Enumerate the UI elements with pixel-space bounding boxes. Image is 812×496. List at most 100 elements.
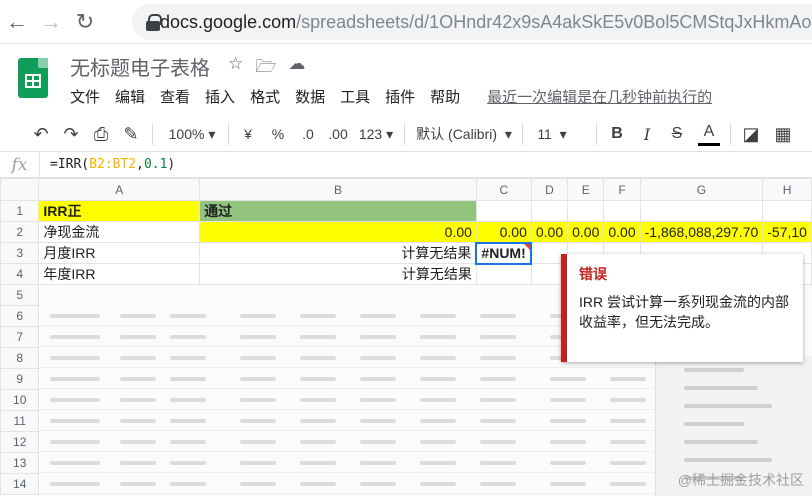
cell-b4[interactable]: 计算无结果 [199, 263, 477, 285]
bold-button[interactable]: B [606, 116, 628, 152]
embedded-image-blur-text [360, 398, 396, 402]
toolbar-divider [152, 123, 153, 145]
row-header[interactable]: 7 [0, 326, 40, 348]
strikethrough-button[interactable]: S [666, 116, 688, 152]
menu-data[interactable]: 数据 [295, 86, 325, 107]
column-header-b[interactable]: B [199, 178, 477, 201]
row-header[interactable]: 12 [0, 431, 40, 453]
cell-c3-error[interactable]: #NUM! [475, 241, 533, 265]
select-all-corner[interactable] [0, 178, 40, 201]
row-header[interactable]: 6 [0, 305, 40, 327]
cell-a1[interactable]: IRR正 [38, 200, 201, 222]
zoom-select[interactable]: 100% ▾ [164, 116, 220, 152]
cell-e2[interactable]: 0.00 [567, 221, 605, 243]
italic-button[interactable]: I [636, 116, 658, 152]
font-family-select[interactable]: 默认 (Calibri) ▾ [414, 116, 514, 152]
menu-addons[interactable]: 插件 [385, 86, 415, 107]
column-header-a[interactable]: A [38, 178, 201, 201]
column-header-f[interactable]: F [603, 178, 641, 201]
redo-icon[interactable]: ↷ [60, 116, 82, 152]
cell-f1[interactable] [603, 200, 641, 222]
embedded-image-blur-text [420, 398, 456, 402]
embedded-image-blur-text [420, 377, 456, 381]
last-edit-link[interactable]: 最近一次编辑是在几秒钟前执行的 [487, 86, 712, 107]
row-header[interactable]: 4 [0, 263, 40, 285]
row-header[interactable]: 3 [0, 242, 40, 264]
cloud-status-icon[interactable]: ☁ [288, 54, 305, 83]
cell-g1[interactable] [639, 200, 764, 222]
cell-b1[interactable]: 通过 [199, 200, 477, 222]
forward-icon[interactable]: → [34, 0, 68, 44]
number-format-select[interactable]: 123 ▾ [356, 116, 396, 152]
toolbar-divider [522, 123, 523, 145]
embedded-image-blur-text [170, 440, 206, 444]
row-header[interactable]: 8 [0, 347, 40, 369]
cell-d2[interactable]: 0.00 [530, 221, 569, 243]
menu-edit[interactable]: 编辑 [115, 86, 145, 107]
cell-h1[interactable] [762, 200, 812, 222]
cell-a4[interactable]: 年度IRR [38, 263, 201, 285]
cell-a2[interactable]: 净现金流 [38, 221, 201, 243]
cell-a3[interactable]: 月度IRR [38, 242, 201, 264]
cell-h2[interactable]: -57,10 [762, 221, 812, 243]
menu-format[interactable]: 格式 [250, 86, 280, 107]
text-color-button[interactable]: A [698, 120, 720, 146]
row-header[interactable]: 11 [0, 410, 40, 432]
cell-c1[interactable] [475, 200, 532, 222]
document-title[interactable]: 无标题电子表格 [70, 52, 210, 81]
row-header[interactable]: 2 [0, 221, 40, 243]
cell-b2[interactable]: 0.00 [199, 221, 477, 243]
embedded-image-blur-text [300, 335, 336, 339]
cell-d1[interactable] [530, 200, 569, 222]
embedded-image-blur-text [300, 461, 336, 465]
row-header[interactable]: 9 [0, 368, 40, 390]
embedded-image-blur-text [360, 377, 396, 381]
star-icon[interactable]: ☆ [228, 54, 243, 83]
row-header[interactable]: 13 [0, 452, 40, 474]
column-header-g[interactable]: G [639, 178, 764, 201]
embedded-image-blur-text [170, 398, 206, 402]
formula-input[interactable]: =IRR(B2:BT2,0.1) [40, 157, 175, 172]
menu-tools[interactable]: 工具 [340, 86, 370, 107]
menu-help[interactable]: 帮助 [430, 86, 460, 107]
menu-file[interactable]: 文件 [70, 86, 100, 107]
row-header[interactable]: 1 [0, 200, 40, 222]
paint-format-icon[interactable]: ✎ [120, 116, 142, 152]
cell-f2[interactable]: 0.00 [603, 221, 641, 243]
currency-button[interactable]: ¥ [238, 116, 258, 152]
column-header-c[interactable]: C [475, 178, 532, 201]
menu-view[interactable]: 查看 [160, 86, 190, 107]
column-header-d[interactable]: D [530, 178, 569, 201]
column-header-h[interactable]: H [762, 178, 812, 201]
cell-e1[interactable] [567, 200, 605, 222]
formula-comma: , [136, 157, 144, 172]
reload-icon[interactable]: ↻ [68, 0, 102, 44]
embedded-image-row [40, 369, 660, 389]
address-bar[interactable]: docs.google.com/spreadsheets/d/1OHndr42x… [132, 4, 812, 40]
cell-g2[interactable]: -1,868,088,297.70 [639, 221, 764, 243]
row-header[interactable]: 10 [0, 389, 40, 411]
cell-c4[interactable] [475, 263, 532, 285]
embedded-image-blur-text [170, 482, 206, 486]
embedded-image-blur-text [170, 461, 206, 465]
back-icon[interactable]: ← [0, 0, 34, 44]
decrease-decimal-button[interactable]: .0 [296, 116, 320, 152]
embedded-image-blur-text [50, 398, 100, 402]
cell-b3[interactable]: 计算无结果 [199, 242, 477, 264]
borders-icon[interactable]: ▦ [772, 116, 794, 152]
formula-suffix: ) [167, 157, 176, 172]
undo-icon[interactable]: ↶ [30, 116, 52, 152]
column-header-e[interactable]: E [567, 178, 605, 201]
print-icon[interactable]: ⎙ [90, 116, 112, 152]
sheets-logo-icon[interactable] [18, 58, 48, 98]
cell-c2[interactable]: 0.00 [475, 221, 532, 243]
row-header[interactable]: 14 [0, 473, 40, 495]
menu-insert[interactable]: 插入 [205, 86, 235, 107]
fill-color-icon[interactable]: ◪ [740, 116, 762, 152]
embedded-image-blur-text [240, 482, 276, 486]
row-header[interactable]: 5 [0, 284, 40, 306]
percent-button[interactable]: % [268, 116, 288, 152]
move-folder-icon[interactable]: 🗁 [255, 54, 276, 83]
font-size-select[interactable]: 11 ▾ [532, 116, 572, 152]
increase-decimal-button[interactable]: .00 [326, 116, 350, 152]
